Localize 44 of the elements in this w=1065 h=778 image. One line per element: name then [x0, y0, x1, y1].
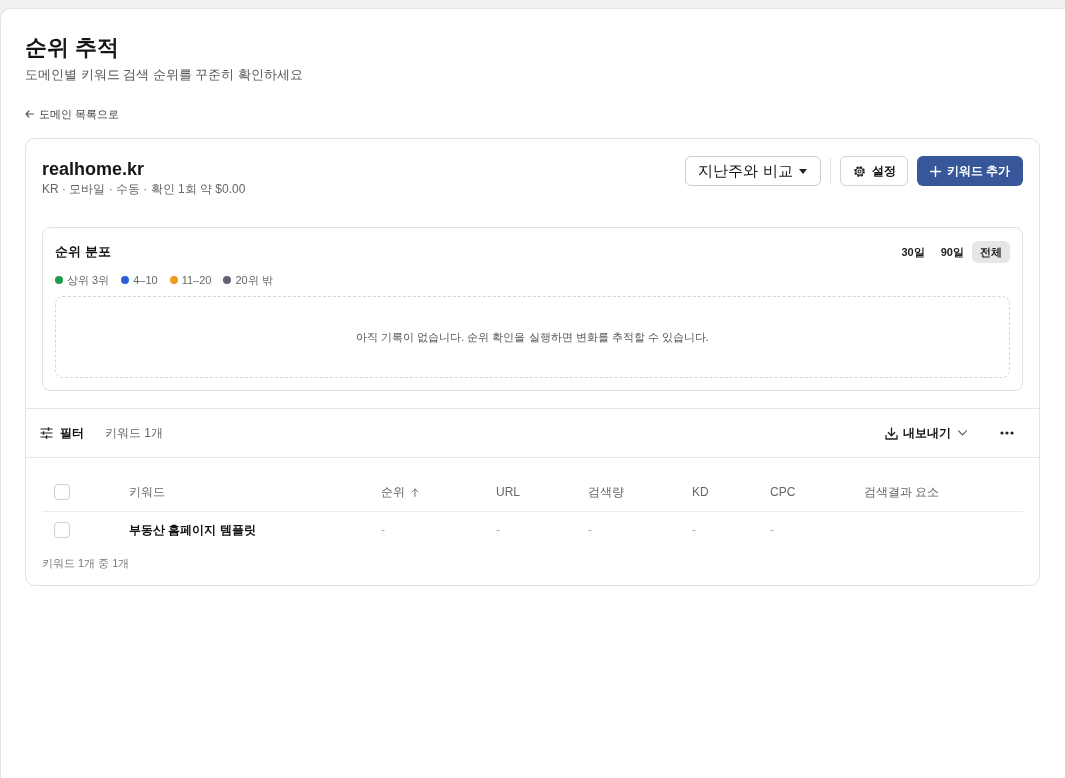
page-title: 순위 추적: [25, 34, 121, 62]
column-header: CPC: [770, 485, 796, 499]
table-cell: -: [692, 523, 696, 537]
gear-icon: [852, 164, 866, 178]
legend-label: 20위 밖: [235, 273, 273, 287]
table-cell: -: [770, 523, 774, 537]
filter-button[interactable]: 필터: [34, 419, 90, 447]
export-button[interactable]: 내보내기: [879, 419, 973, 447]
section-title: 순위 분포: [55, 243, 111, 261]
column-header: URL: [496, 485, 520, 499]
domain-meta: KR · 모바일 · 수동 · 확인 1회 약 $0.00: [42, 181, 246, 198]
caret-down-icon: [798, 168, 807, 174]
table-cell: -: [381, 523, 385, 537]
legend-label: 4–10: [133, 273, 158, 287]
column-header: KD: [692, 485, 709, 499]
arrow-left-icon: [25, 110, 34, 118]
domain-name: realhome.kr: [42, 158, 146, 180]
range-tab[interactable]: 전체: [972, 241, 1010, 263]
column-header[interactable]: 순위: [381, 483, 419, 501]
column-header: 검색량: [588, 483, 624, 501]
column-header: 검색결과 요소: [864, 483, 940, 501]
range-tab[interactable]: 30일: [893, 241, 933, 263]
settings-button[interactable]: 설정: [839, 156, 908, 186]
table-cell: 부동산 홈페이지 템플릿: [129, 521, 256, 539]
range-tab[interactable]: 90일: [932, 241, 972, 263]
download-icon: [885, 426, 898, 440]
checkbox[interactable]: [54, 484, 70, 500]
sliders-icon: [40, 427, 53, 439]
table-cell: -: [496, 523, 500, 537]
compare-dropdown[interactable]: 지난주와 비교: [685, 156, 821, 186]
results-summary: 키워드 1개 중 1개: [41, 556, 131, 571]
plus-icon: [929, 165, 941, 177]
empty-message: 아직 기록이 없습니다. 순위 확인을 실행하면 변화를 추적할 수 있습니다.: [356, 329, 709, 345]
keyword-count: 키워드 1개: [105, 424, 163, 442]
back-link[interactable]: 도메인 목록으로: [25, 106, 120, 122]
add-keyword-button[interactable]: 키워드 추가: [916, 156, 1023, 186]
chevron-down-icon: [958, 430, 967, 436]
column-header: 키워드: [129, 483, 165, 501]
more-icon: [1000, 431, 1014, 435]
legend-label: 11–20: [181, 273, 212, 287]
table-cell: -: [588, 523, 592, 537]
checkbox[interactable]: [54, 522, 70, 538]
page-subtitle: 도메인별 키워드 검색 순위를 꾸준히 확인하세요: [25, 66, 305, 84]
legend-label: 상위 3위: [67, 273, 110, 287]
